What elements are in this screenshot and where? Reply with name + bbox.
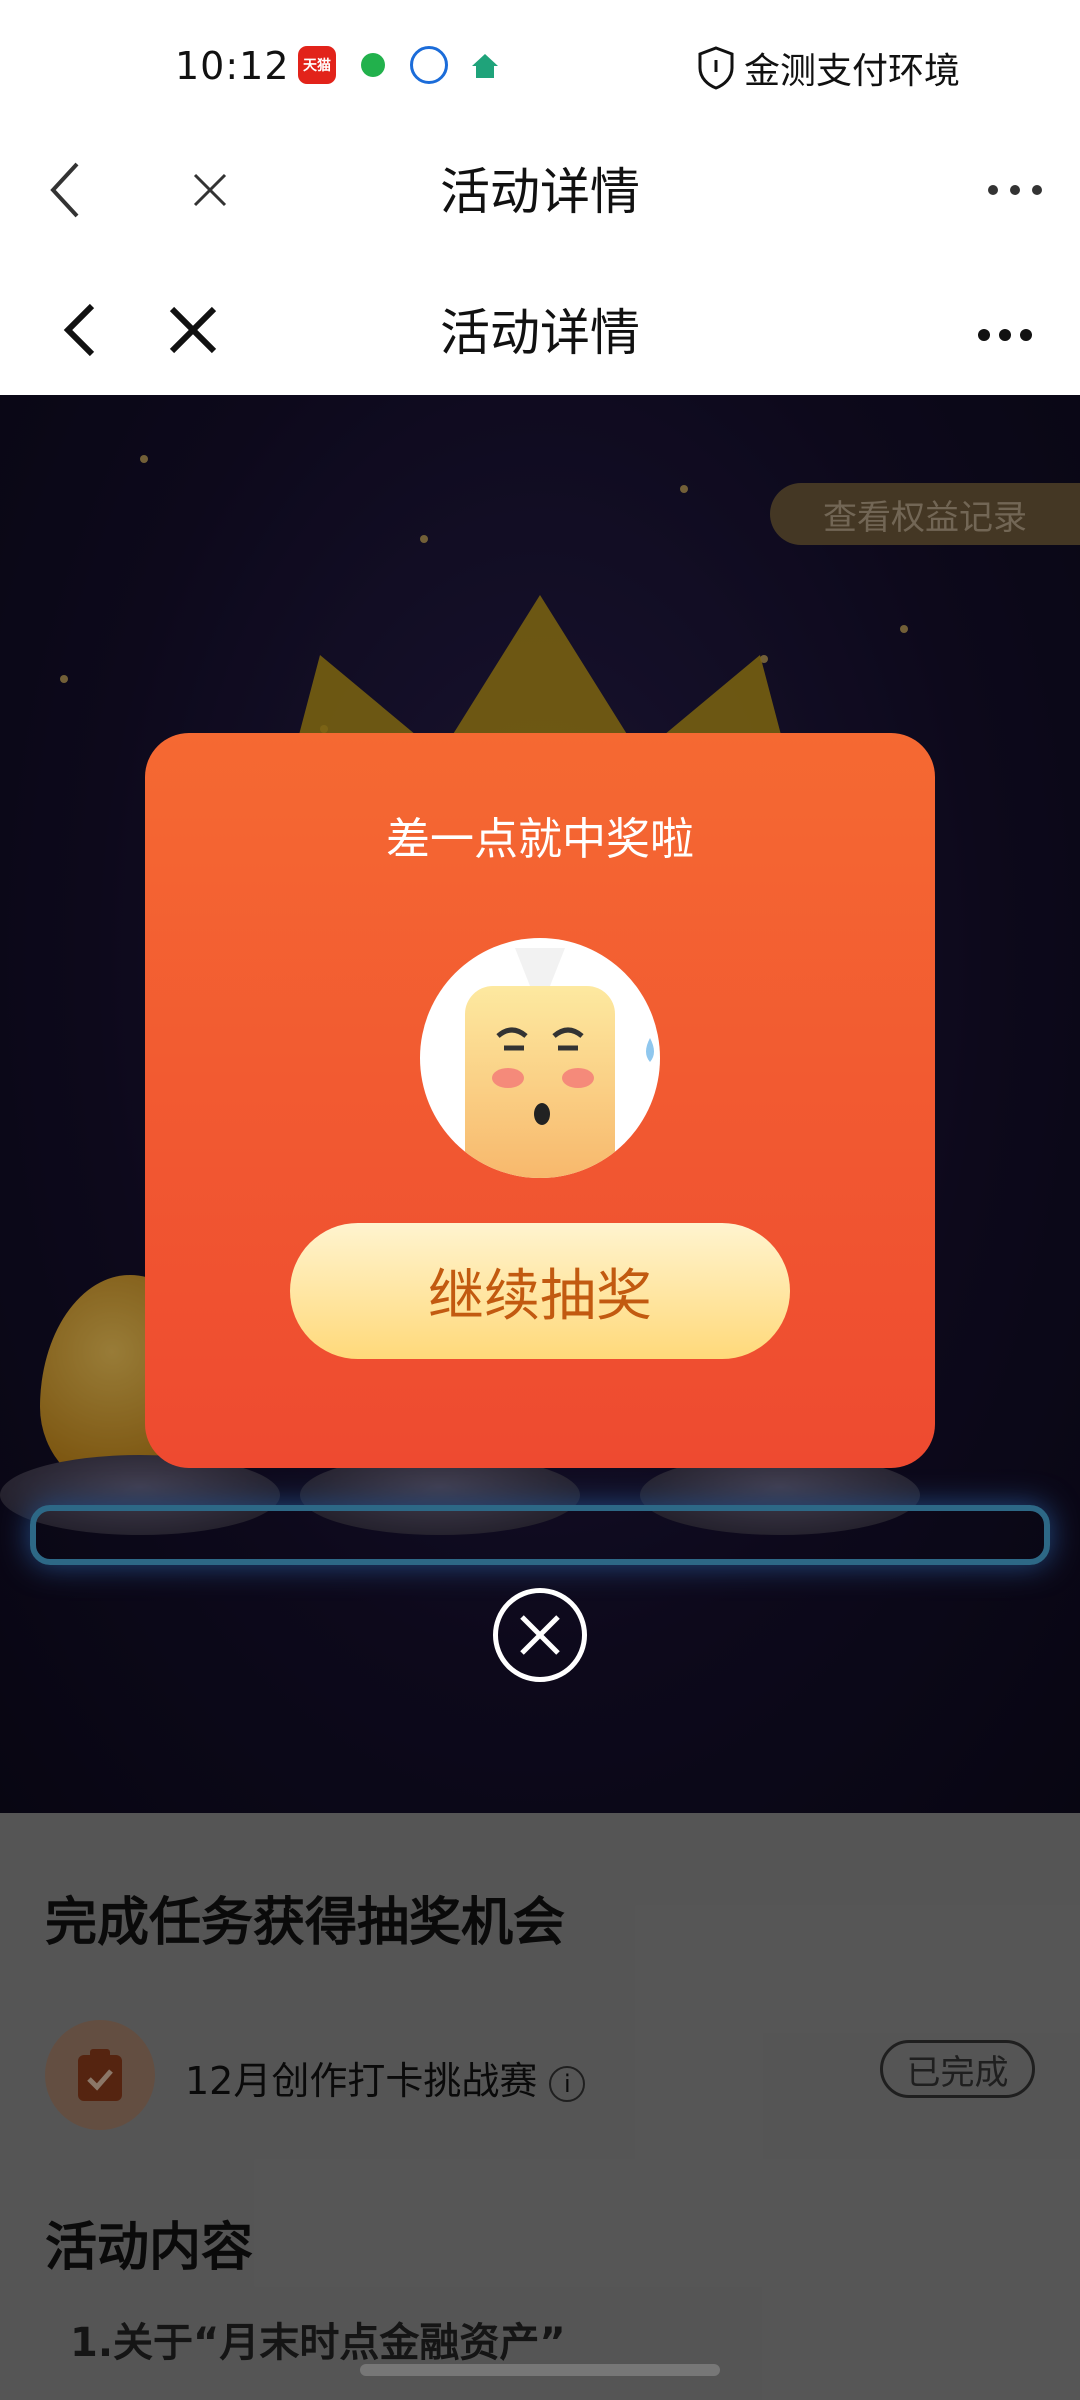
- notification-icons: 天猫: [298, 46, 504, 84]
- result-modal: 差一点就中奖啦 继续抽奖: [145, 733, 935, 1468]
- more-dots-icon: [978, 329, 1032, 341]
- blue-app-icon: [410, 46, 448, 84]
- page-title: 活动详情: [440, 163, 640, 221]
- tmall-icon: 天猫: [298, 46, 336, 84]
- house-app-icon: [466, 46, 504, 84]
- status-bar: 10:12 天猫 金测支付环境: [0, 0, 1080, 130]
- more-dots-icon: [988, 185, 1042, 195]
- security-indicator: 金测支付环境: [696, 42, 960, 94]
- security-text: 金测支付环境: [743, 51, 960, 92]
- chat-icon: [354, 46, 392, 84]
- outer-nav-bar: 活动详情: [0, 130, 1080, 250]
- close-modal-button[interactable]: [493, 1588, 587, 1682]
- inner-more-button[interactable]: [970, 305, 1040, 365]
- shield-icon: [698, 46, 734, 90]
- more-button[interactable]: [980, 160, 1050, 220]
- modal-title: 差一点就中奖啦: [386, 814, 694, 865]
- sad-face-avatar: [420, 938, 660, 1178]
- inner-page-title: 活动详情: [440, 304, 640, 362]
- continue-draw-button[interactable]: 继续抽奖: [290, 1223, 790, 1359]
- close-icon: [520, 1615, 560, 1655]
- clock: 10:12: [175, 44, 290, 88]
- inner-nav-bar: 活动详情: [0, 265, 1080, 395]
- home-indicator[interactable]: [360, 2364, 720, 2376]
